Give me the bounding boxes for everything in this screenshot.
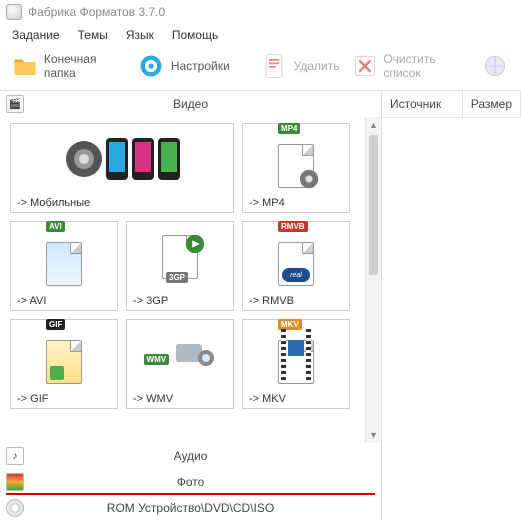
rmvb-label: -> RMVB	[243, 292, 349, 310]
menu-themes[interactable]: Темы	[78, 28, 108, 42]
audio-section-header[interactable]: ♪ Аудио	[0, 443, 381, 469]
delete-button[interactable]: Удалить	[254, 50, 346, 82]
extra-button[interactable]	[475, 50, 515, 82]
mp4-badge: MP4	[278, 123, 300, 134]
audio-section-title: Аудио	[174, 449, 208, 463]
gif-thumb: GIF	[11, 320, 117, 390]
format-cell-mobile[interactable]: -> Мобильные	[10, 123, 234, 213]
clear-list-label: Очистить список	[383, 52, 469, 80]
wmv-thumb: WMV	[127, 320, 233, 390]
video-section-title: Видео	[173, 97, 208, 111]
col-size[interactable]: Размер	[463, 91, 521, 117]
menu-task[interactable]: Задание	[12, 28, 60, 42]
settings-button[interactable]: Настройки	[131, 50, 236, 82]
gear-icon	[137, 52, 165, 80]
mobile-label: -> Мобильные	[11, 194, 233, 212]
avi-badge: AVI	[46, 221, 65, 232]
format-grid: -> Мобильные MP4 -> MP4	[10, 123, 359, 409]
video-section-header[interactable]: 🎬 Видео	[0, 91, 381, 117]
settings-label: Настройки	[171, 59, 230, 73]
format-cell-gif[interactable]: GIF -> GIF	[10, 319, 118, 409]
menu-language[interactable]: Язык	[126, 28, 154, 42]
photo-section-icon	[6, 473, 24, 491]
scroll-thumb[interactable]	[369, 135, 378, 275]
content-row: 🎬 Видео -> Мобиль	[0, 91, 521, 521]
format-grid-wrap: -> Мобильные MP4 -> MP4	[0, 117, 365, 443]
rmvb-thumb: RMVB real	[243, 222, 349, 292]
format-cell-wmv[interactable]: WMV -> WMV	[126, 319, 234, 409]
mkv-thumb: MKV	[243, 320, 349, 390]
real-logo: real	[282, 268, 310, 282]
gif-label: -> GIF	[11, 390, 117, 408]
clear-list-icon	[352, 52, 378, 80]
dest-folder-button[interactable]: Конечная папка	[6, 50, 131, 82]
rom-section-icon	[6, 499, 24, 517]
scroll-down-icon[interactable]: ▼	[366, 427, 381, 443]
col-source[interactable]: Источник	[382, 91, 463, 117]
menu-help[interactable]: Помощь	[172, 28, 218, 42]
gp3-label: -> 3GP	[127, 292, 233, 310]
folder-icon	[12, 52, 38, 80]
scroll-up-icon[interactable]: ▲	[366, 117, 381, 133]
format-cell-mkv[interactable]: MKV -> MKV	[242, 319, 350, 409]
gif-badge: GIF	[46, 319, 65, 330]
clear-list-button[interactable]: Очистить список	[346, 50, 476, 82]
mkv-label: -> MKV	[243, 390, 349, 408]
menubar: Задание Темы Язык Помощь	[0, 24, 521, 48]
format-cell-3gp[interactable]: 3GP -> 3GP	[126, 221, 234, 311]
video-scrollbar[interactable]: ▲ ▼	[365, 117, 381, 443]
dest-folder-label: Конечная папка	[44, 52, 125, 80]
avi-label: -> AVI	[11, 292, 117, 310]
photo-section-title: Фото	[177, 475, 205, 489]
right-pane: Источник Размер	[382, 91, 521, 521]
toolbar: Конечная папка Настройки Удалить Очистит…	[0, 48, 521, 91]
app-icon	[6, 4, 22, 20]
wmv-badge: WMV	[144, 354, 170, 365]
delete-file-icon	[260, 52, 288, 80]
video-area: -> Мобильные MP4 -> MP4	[0, 117, 381, 443]
format-cell-rmvb[interactable]: RMVB real -> RMVB	[242, 221, 350, 311]
rmvb-badge: RMVB	[278, 221, 308, 232]
delete-label: Удалить	[294, 59, 340, 73]
right-pane-header: Источник Размер	[382, 91, 521, 118]
globe-icon	[481, 52, 509, 80]
avi-thumb: AVI	[11, 222, 117, 292]
mp4-label: -> MP4	[243, 194, 349, 212]
gp3-thumb: 3GP	[127, 222, 233, 292]
audio-section-icon: ♪	[6, 447, 24, 465]
mp4-thumb: MP4	[243, 124, 349, 194]
photo-section-header[interactable]: Фото	[0, 469, 381, 493]
left-pane: 🎬 Видео -> Мобиль	[0, 91, 382, 521]
wmv-label: -> WMV	[127, 390, 233, 408]
rom-section-header[interactable]: ROM Устройство\DVD\CD\ISO	[0, 495, 381, 521]
titlebar: Фабрика Форматов 3.7.0	[0, 0, 521, 24]
app-title: Фабрика Форматов 3.7.0	[28, 5, 165, 19]
gp3-badge: 3GP	[166, 272, 188, 283]
rom-section-title: ROM Устройство\DVD\CD\ISO	[107, 501, 274, 515]
video-section-icon: 🎬	[6, 95, 24, 113]
format-cell-mp4[interactable]: MP4 -> MP4	[242, 123, 350, 213]
format-cell-avi[interactable]: AVI -> AVI	[10, 221, 118, 311]
mobile-thumb	[11, 124, 233, 194]
